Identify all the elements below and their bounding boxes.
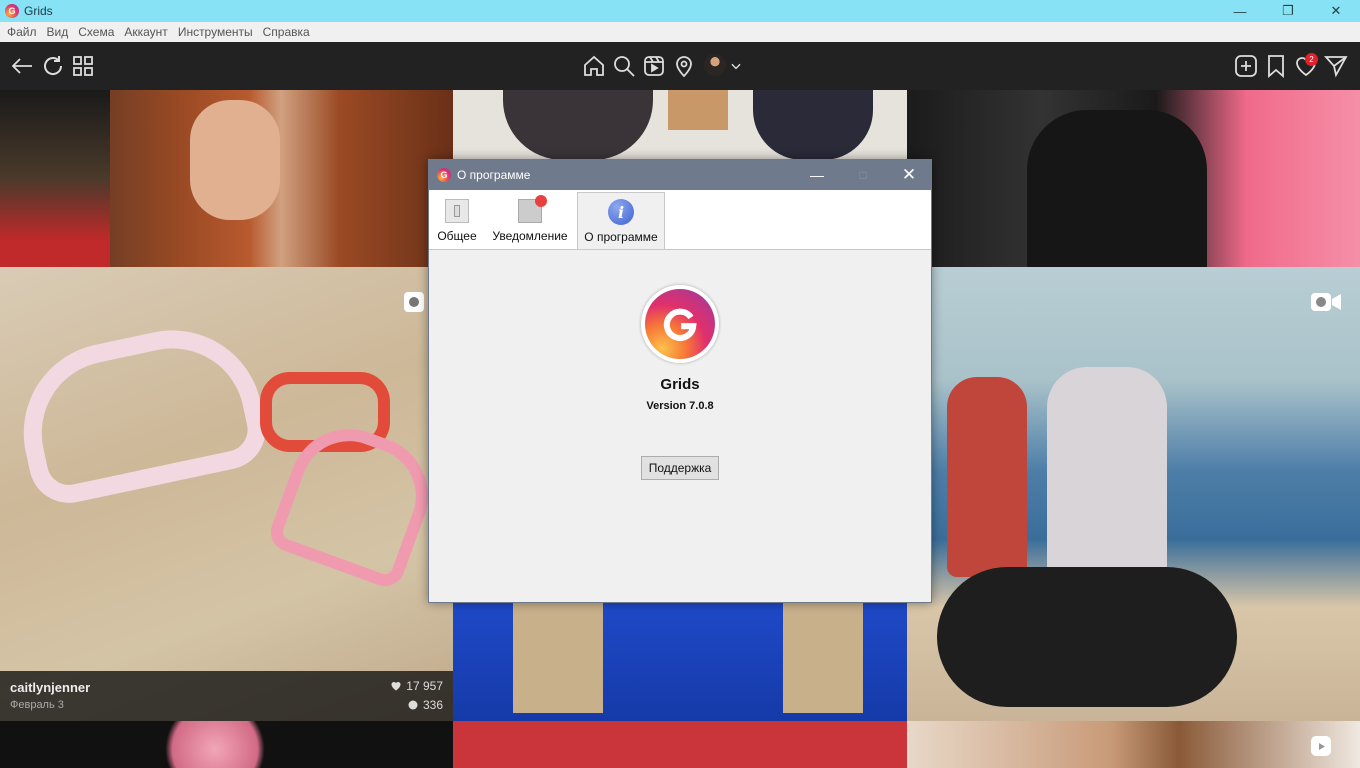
app-name: Grids (660, 376, 700, 393)
support-button[interactable]: Поддержка (641, 456, 719, 480)
menu-file[interactable]: Файл (2, 25, 42, 39)
chevron-down-icon[interactable] (728, 56, 744, 76)
tab-notification[interactable]: Уведомление (489, 192, 571, 248)
photo-tile[interactable] (453, 721, 907, 768)
close-icon[interactable]: ✕ (1312, 0, 1360, 22)
chair-shape (783, 603, 863, 713)
search-icon[interactable] (612, 54, 636, 78)
photo-tile[interactable] (0, 721, 453, 768)
maximize-icon[interactable]: ❐ (1264, 0, 1312, 22)
post-username[interactable]: caitlynjenner (10, 680, 90, 695)
grids-logo-icon: G (437, 168, 451, 182)
tab-general[interactable]: Общее (434, 192, 480, 248)
tab-general-label: Общее (437, 229, 477, 243)
grids-app-logo-icon (641, 285, 719, 363)
post-caption: caitlynjenner Февраль 3 17 957 336 (0, 671, 453, 721)
bookmark-icon[interactable] (1264, 54, 1288, 78)
back-arrow-icon[interactable] (10, 54, 34, 78)
info-icon: i (607, 198, 635, 226)
direct-send-icon[interactable] (1324, 54, 1348, 78)
menu-view[interactable]: Вид (42, 25, 74, 39)
tab-about-label: О программе (584, 230, 658, 244)
likes-count: 17 957 (406, 679, 443, 693)
flowers-shape (150, 721, 280, 768)
photo-tile[interactable] (907, 267, 1360, 721)
tab-notification-label: Уведомление (492, 229, 568, 243)
photo-shape (503, 90, 653, 160)
notification-badge: 2 (1305, 53, 1318, 66)
reels-icon[interactable] (642, 54, 666, 78)
menu-help[interactable]: Справка (258, 25, 315, 39)
grid-view-icon[interactable] (71, 54, 95, 78)
menu-scheme[interactable]: Схема (73, 25, 119, 39)
dialog-minimize-icon[interactable]: — (795, 160, 839, 190)
person-shape (1047, 367, 1167, 597)
app-version: Version 7.0.8 (646, 400, 714, 412)
menu-tools[interactable]: Инструменты (173, 25, 258, 39)
photo-tile[interactable] (907, 90, 1360, 267)
photo-shape (668, 90, 728, 130)
chair-shape (513, 603, 603, 713)
motorcycle-shape (937, 567, 1237, 707)
comments-count: 336 (422, 698, 443, 712)
heart-icon (391, 682, 401, 691)
home-icon[interactable] (582, 54, 606, 78)
dialog-tabbar: Общее Уведомление i О программе (429, 190, 931, 250)
post-comments: 336 (407, 698, 443, 712)
photo-tile[interactable] (0, 90, 453, 267)
hand-shape (190, 100, 280, 220)
user-avatar[interactable] (704, 54, 726, 76)
dialog-maximize-icon: □ (859, 168, 867, 182)
window-titlebar: G Grids — ❐ ✕ (0, 0, 1360, 22)
about-dialog: G О программе — □ ✕ Общее Уведомление i … (428, 159, 932, 603)
comment-icon (408, 700, 418, 710)
photo-shape (1027, 110, 1207, 267)
photo-tile[interactable] (907, 721, 1360, 768)
multi-photo-icon (404, 292, 424, 312)
person-shape (947, 377, 1027, 577)
menubar: Файл Вид Схема Аккаунт Инструменты Справ… (0, 22, 1360, 42)
photo-shape (753, 90, 873, 160)
grids-logo-icon: G (5, 4, 19, 18)
post-date: Февраль 3 (10, 699, 64, 711)
reels-badge-icon (1311, 736, 1331, 756)
photo-tile[interactable]: caitlynjenner Февраль 3 17 957 336 (0, 267, 453, 721)
window-title: Grids (24, 4, 53, 18)
refresh-icon[interactable] (41, 54, 65, 78)
photo-background (0, 90, 110, 267)
dialog-close-icon[interactable]: ✕ (887, 160, 931, 190)
dialog-body: Grids Version 7.0.8 Поддержка (429, 250, 931, 602)
location-pin-icon[interactable] (672, 54, 696, 78)
menu-account[interactable]: Аккаунт (119, 25, 172, 39)
notification-icon (516, 195, 547, 225)
window-controls: — ❐ ✕ (1216, 0, 1360, 22)
add-post-icon[interactable] (1234, 54, 1258, 78)
post-likes: 17 957 (390, 679, 443, 693)
cookie-cutter-shape (7, 313, 273, 511)
dialog-titlebar: G О программе — □ ✕ (429, 160, 931, 190)
general-settings-icon (443, 197, 471, 225)
minimize-icon[interactable]: — (1216, 0, 1264, 22)
tab-about[interactable]: i О программе (577, 192, 665, 249)
video-camera-icon (1311, 293, 1341, 311)
dialog-title: О программе (457, 168, 531, 182)
